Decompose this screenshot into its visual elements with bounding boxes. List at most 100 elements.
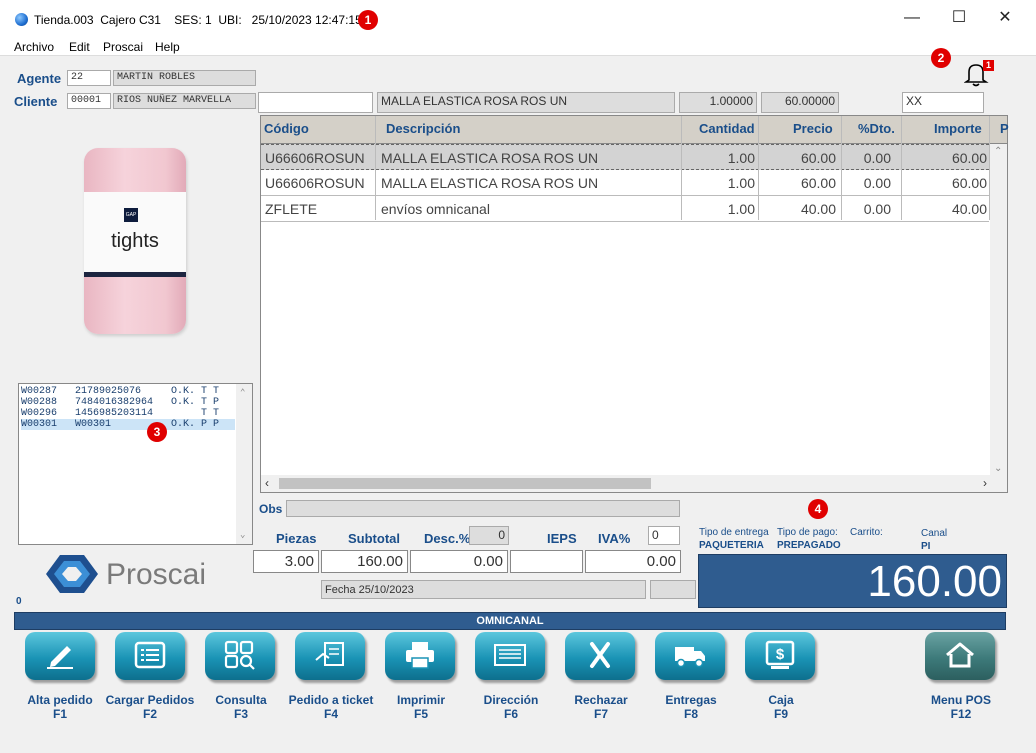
items-table[interactable]: Código Descripción Cantidad Precio %Dto.… bbox=[260, 115, 1009, 493]
home-icon bbox=[946, 642, 974, 668]
list-item[interactable]: W00288 7484016382964 O.K. T P bbox=[21, 397, 235, 408]
minimize-button[interactable]: — bbox=[897, 8, 927, 28]
obs-label: Obs bbox=[259, 502, 283, 516]
counter-label: 0 bbox=[16, 596, 22, 607]
table-row[interactable]: U66606ROSUN MALLA ELASTICA ROSA ROS UN 1… bbox=[261, 170, 989, 196]
ieps-value bbox=[510, 550, 583, 573]
agente-label: Agente bbox=[17, 71, 62, 86]
table-vertical-scrollbar[interactable]: ⌃ ⌄ bbox=[990, 144, 1007, 476]
close-button[interactable]: ✕ bbox=[990, 8, 1020, 28]
cash-icon: $ bbox=[765, 640, 795, 669]
product-code-input[interactable] bbox=[258, 92, 373, 113]
iva-value: 0.00 bbox=[585, 550, 681, 573]
proscai-logo-text: Proscai bbox=[106, 558, 207, 591]
cell-cantidad: 1.00 bbox=[727, 175, 755, 191]
consulta-button[interactable] bbox=[205, 632, 275, 680]
col-codigo[interactable]: Código bbox=[264, 121, 309, 136]
list-item-selected[interactable]: W00301 W00301 O.K. P P bbox=[21, 419, 235, 430]
cargar-pedidos-button[interactable] bbox=[115, 632, 185, 680]
list-item[interactable]: W00287 21789025076 O.K. T T bbox=[21, 386, 235, 397]
scroll-down-icon[interactable]: ⌄ bbox=[994, 463, 1002, 474]
annotation-badge-3: 3 bbox=[147, 422, 167, 442]
scroll-down-icon[interactable]: ⌄ bbox=[240, 530, 245, 540]
extra-field[interactable]: XX bbox=[902, 92, 984, 113]
notification-bell[interactable]: 1 bbox=[963, 60, 994, 88]
cell-desc: MALLA ELASTICA ROSA ROS UN bbox=[381, 175, 599, 191]
notification-count: 1 bbox=[983, 60, 994, 71]
caja-button[interactable]: $ bbox=[745, 632, 815, 680]
tipo-pago-value: PREPAGADO bbox=[777, 540, 841, 551]
imprimir-button[interactable] bbox=[385, 632, 455, 680]
maximize-button[interactable]: ☐ bbox=[944, 8, 974, 28]
col-cantidad[interactable]: Cantidad bbox=[699, 121, 755, 136]
list-icon bbox=[134, 641, 166, 669]
brand-logo: GAP bbox=[124, 208, 138, 222]
cell-dto: 0.00 bbox=[863, 201, 891, 217]
desc-label: Desc.% bbox=[424, 531, 471, 546]
table-row[interactable]: ZFLETE envíos omnicanal 1.00 40.00 0.00 … bbox=[261, 196, 989, 222]
scroll-right-icon[interactable]: › bbox=[983, 476, 987, 490]
iva-pct-field[interactable]: 0 bbox=[648, 526, 680, 545]
menu-help[interactable]: Help bbox=[155, 40, 180, 54]
table-horizontal-scrollbar[interactable]: ‹ › bbox=[261, 475, 1007, 492]
table-row[interactable]: U66606ROSUN MALLA ELASTICA ROSA ROS UN 1… bbox=[261, 144, 989, 170]
cell-desc: envíos omnicanal bbox=[381, 201, 490, 217]
col-descripcion[interactable]: Descripción bbox=[386, 121, 460, 136]
cell-importe: 60.00 bbox=[951, 150, 987, 166]
entregas-button[interactable] bbox=[655, 632, 725, 680]
scroll-up-icon[interactable]: ⌃ bbox=[240, 388, 245, 398]
cell-importe: 60.00 bbox=[951, 175, 987, 191]
list-item[interactable]: W00296 1456985203114 T T bbox=[21, 408, 235, 419]
cliente-name-field: RIOS NUÑEZ MARVELLA bbox=[113, 93, 256, 109]
ticket-icon bbox=[315, 642, 344, 666]
quantity-field[interactable]: 1.00000 bbox=[679, 92, 757, 113]
scroll-left-icon[interactable]: ‹ bbox=[265, 476, 269, 490]
product-image-text: tights bbox=[111, 230, 159, 252]
menu-bar: Archivo Edit Proscai Help bbox=[0, 36, 1036, 56]
printer-icon bbox=[406, 642, 434, 669]
scroll-up-icon[interactable]: ⌃ bbox=[994, 146, 1002, 157]
annotation-badge-1: 1 bbox=[358, 10, 378, 30]
orders-list[interactable]: W00287 21789025076 O.K. T T W00288 74840… bbox=[18, 383, 253, 545]
cell-importe: 40.00 bbox=[951, 201, 987, 217]
rechazar-button[interactable] bbox=[565, 632, 635, 680]
column-divider bbox=[681, 116, 682, 220]
col-precio[interactable]: Precio bbox=[793, 121, 833, 136]
column-divider bbox=[758, 116, 759, 220]
search-grid-icon bbox=[224, 640, 255, 670]
cliente-code-field[interactable]: 00001 bbox=[67, 93, 111, 109]
canal-label: Canal bbox=[921, 528, 948, 539]
col-importe[interactable]: Importe bbox=[934, 121, 982, 136]
col-dto[interactable]: %Dto. bbox=[858, 121, 895, 136]
direccion-button[interactable] bbox=[475, 632, 545, 680]
scroll-thumb[interactable] bbox=[279, 478, 651, 489]
tipo-entrega-value: PAQUETERIA bbox=[699, 540, 764, 551]
alta-pedido-button[interactable] bbox=[25, 632, 95, 680]
subtotal-label: Subtotal bbox=[348, 531, 400, 546]
agente-code-field[interactable]: 22 bbox=[67, 70, 111, 86]
cell-cantidad: 1.00 bbox=[727, 150, 755, 166]
col-p[interactable]: P bbox=[1000, 121, 1009, 136]
table-header: Código Descripción Cantidad Precio %Dto.… bbox=[261, 116, 1009, 144]
price-field[interactable]: 60.00000 bbox=[761, 92, 839, 113]
list-scrollbar[interactable]: ⌃ ⌄ bbox=[236, 384, 252, 544]
cell-desc: MALLA ELASTICA ROSA ROS UN bbox=[381, 150, 599, 166]
piezas-value: 3.00 bbox=[253, 550, 319, 573]
subtotal-value: 160.00 bbox=[321, 550, 408, 573]
menu-pos-button[interactable] bbox=[925, 632, 995, 680]
column-divider bbox=[841, 116, 842, 220]
menu-edit[interactable]: Edit bbox=[69, 40, 90, 54]
menu-archivo[interactable]: Archivo bbox=[14, 40, 54, 54]
pedido-a-ticket-button[interactable] bbox=[295, 632, 365, 680]
truck-icon bbox=[675, 647, 705, 668]
tipo-entrega-label: Tipo de entrega bbox=[699, 527, 769, 538]
annotation-badge-2: 2 bbox=[931, 48, 951, 68]
obs-field[interactable] bbox=[286, 500, 680, 517]
title-bar: Tienda.003 Cajero C31 SES: 1 UBI: 25/10/… bbox=[0, 0, 1036, 36]
cell-codigo: U66606ROSUN bbox=[265, 175, 365, 191]
column-divider bbox=[901, 116, 902, 220]
menu-proscai[interactable]: Proscai bbox=[103, 40, 143, 54]
cell-cantidad: 1.00 bbox=[727, 201, 755, 217]
cliente-label: Cliente bbox=[14, 94, 58, 109]
desc-pct-field[interactable]: 0 bbox=[469, 526, 509, 545]
